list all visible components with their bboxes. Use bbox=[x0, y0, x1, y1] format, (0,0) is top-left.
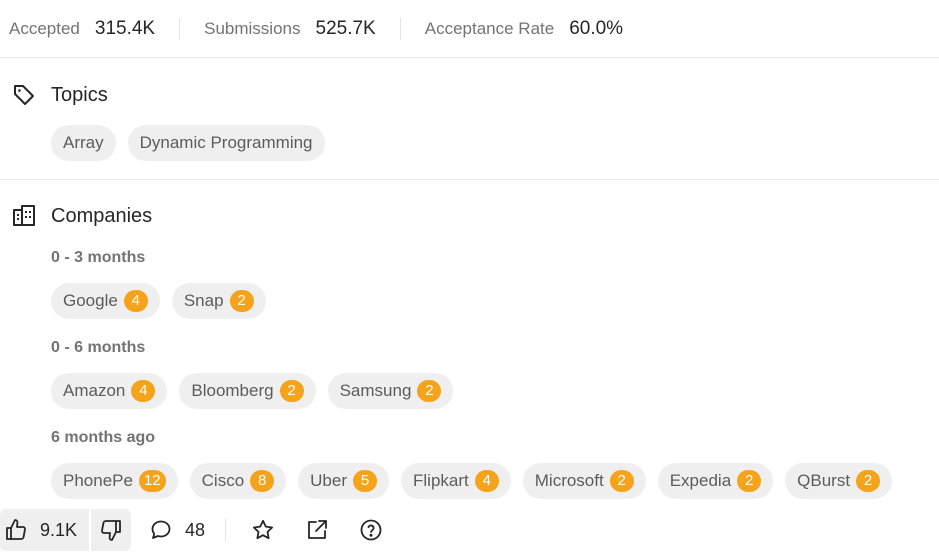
company-count-badge: 8 bbox=[250, 470, 275, 492]
company-chip-snap[interactable]: Snap 2 bbox=[171, 283, 266, 319]
submissions-label: Submissions bbox=[204, 18, 301, 38]
like-count: 9.1K bbox=[40, 519, 78, 540]
company-chip-flipkart[interactable]: Flipkart 4 bbox=[401, 463, 511, 499]
share-button[interactable] bbox=[300, 513, 334, 547]
company-name: Uber bbox=[310, 471, 348, 490]
company-chip-phonepe[interactable]: PhonePe 12 bbox=[51, 463, 178, 499]
company-name: Expedia bbox=[669, 471, 732, 490]
company-name: QBurst bbox=[797, 471, 851, 490]
topics-chip-row: Array Dynamic Programming bbox=[51, 125, 325, 161]
comments-button[interactable]: 48 bbox=[149, 509, 205, 551]
stat-divider bbox=[179, 17, 181, 40]
company-count-badge: 2 bbox=[417, 380, 442, 402]
topics-section: Topics Array Dynamic Programming bbox=[0, 80, 939, 180]
topic-chip-label: Dynamic Programming bbox=[139, 133, 313, 152]
acceptance-rate-value: 60.0% bbox=[569, 17, 624, 39]
company-chip-samsung[interactable]: Samsung 2 bbox=[327, 373, 454, 409]
company-name: Cisco bbox=[201, 471, 245, 490]
topic-chip-dynamic-programming[interactable]: Dynamic Programming bbox=[127, 125, 325, 161]
company-name: PhonePe bbox=[63, 471, 133, 490]
companies-header[interactable]: Companies bbox=[0, 201, 939, 231]
company-count-badge: 2 bbox=[279, 380, 304, 402]
company-count-badge: 2 bbox=[229, 290, 254, 312]
company-name: Flipkart bbox=[413, 471, 469, 490]
tag-icon bbox=[11, 82, 37, 108]
company-chip-uber[interactable]: Uber 5 bbox=[298, 463, 390, 499]
company-count-badge: 4 bbox=[123, 290, 148, 312]
topics-title: Topics bbox=[51, 83, 108, 106]
company-chip-google[interactable]: Google 4 bbox=[51, 283, 160, 319]
company-chip-cisco[interactable]: Cisco 8 bbox=[189, 463, 287, 499]
accepted-label: Accepted bbox=[9, 18, 80, 38]
company-chip-amazon[interactable]: Amazon 4 bbox=[51, 373, 168, 409]
company-chip-bloomberg[interactable]: Bloomberg 2 bbox=[179, 373, 316, 409]
dislike-button[interactable] bbox=[91, 509, 131, 551]
company-name: Bloomberg bbox=[191, 381, 274, 400]
acceptance-rate-label: Acceptance Rate bbox=[424, 18, 555, 38]
submissions-stat: Submissions 525.7K bbox=[204, 18, 376, 40]
company-count-badge: 2 bbox=[856, 470, 881, 492]
company-chip-qburst[interactable]: QBurst 2 bbox=[785, 463, 893, 499]
company-count-badge: 4 bbox=[131, 380, 156, 402]
company-count-badge: 12 bbox=[138, 470, 166, 492]
company-name: Amazon bbox=[63, 381, 126, 400]
like-button[interactable]: 9.1K bbox=[0, 509, 89, 551]
comment-count: 48 bbox=[185, 519, 206, 540]
company-count-badge: 2 bbox=[609, 470, 634, 492]
action-bar: 9.1K 48 bbox=[0, 509, 939, 551]
comment-icon bbox=[149, 518, 173, 542]
company-count-badge: 2 bbox=[737, 470, 762, 492]
vote-group: 9.1K bbox=[0, 509, 132, 551]
company-name: Google bbox=[63, 291, 118, 310]
companies-section: Companies 0 - 3 months Google 4 Snap 2 0 -… bbox=[0, 201, 939, 499]
company-chip-expedia[interactable]: Expedia 2 bbox=[657, 463, 774, 499]
companies-title: Companies bbox=[51, 204, 153, 227]
external-link-icon bbox=[305, 518, 329, 542]
company-count-badge: 5 bbox=[353, 470, 378, 492]
accepted-stat: Accepted 315.4K bbox=[9, 18, 155, 40]
company-chip-row: PhonePe 12 Cisco 8 Uber 5 Flipkart 4 Microso… bbox=[51, 463, 893, 499]
topic-chip-array[interactable]: Array bbox=[51, 125, 116, 161]
company-name: Samsung bbox=[339, 381, 412, 400]
period-label: 0 - 6 months bbox=[51, 339, 146, 356]
help-icon bbox=[359, 518, 383, 542]
building-icon bbox=[11, 203, 37, 229]
company-name: Snap bbox=[183, 291, 224, 310]
company-chip-row: Amazon 4 Bloomberg 2 Samsung 2 bbox=[51, 373, 454, 409]
company-name: Microsoft bbox=[534, 471, 604, 490]
thumbs-down-icon bbox=[99, 518, 123, 542]
company-chip-row: Google 4 Snap 2 bbox=[51, 283, 266, 319]
star-icon bbox=[251, 518, 275, 542]
period-label: 0 - 3 months bbox=[51, 249, 146, 266]
stat-divider bbox=[399, 17, 401, 40]
acceptance-rate-stat: Acceptance Rate 60.0% bbox=[425, 18, 623, 40]
stats-bar: Accepted 315.4K Submissions 525.7K Accep… bbox=[0, 0, 939, 58]
topic-chip-label: Array bbox=[63, 133, 104, 152]
company-count-badge: 4 bbox=[474, 470, 499, 492]
period-label: 6 months ago bbox=[51, 429, 156, 446]
submissions-value: 525.7K bbox=[315, 17, 376, 39]
thumbs-up-icon bbox=[4, 518, 28, 542]
company-chip-microsoft[interactable]: Microsoft 2 bbox=[522, 463, 646, 499]
accepted-value: 315.4K bbox=[94, 17, 156, 39]
help-button[interactable] bbox=[354, 513, 388, 547]
favorite-button[interactable] bbox=[246, 513, 280, 547]
topics-header[interactable]: Topics bbox=[0, 80, 939, 110]
action-divider bbox=[225, 518, 227, 542]
